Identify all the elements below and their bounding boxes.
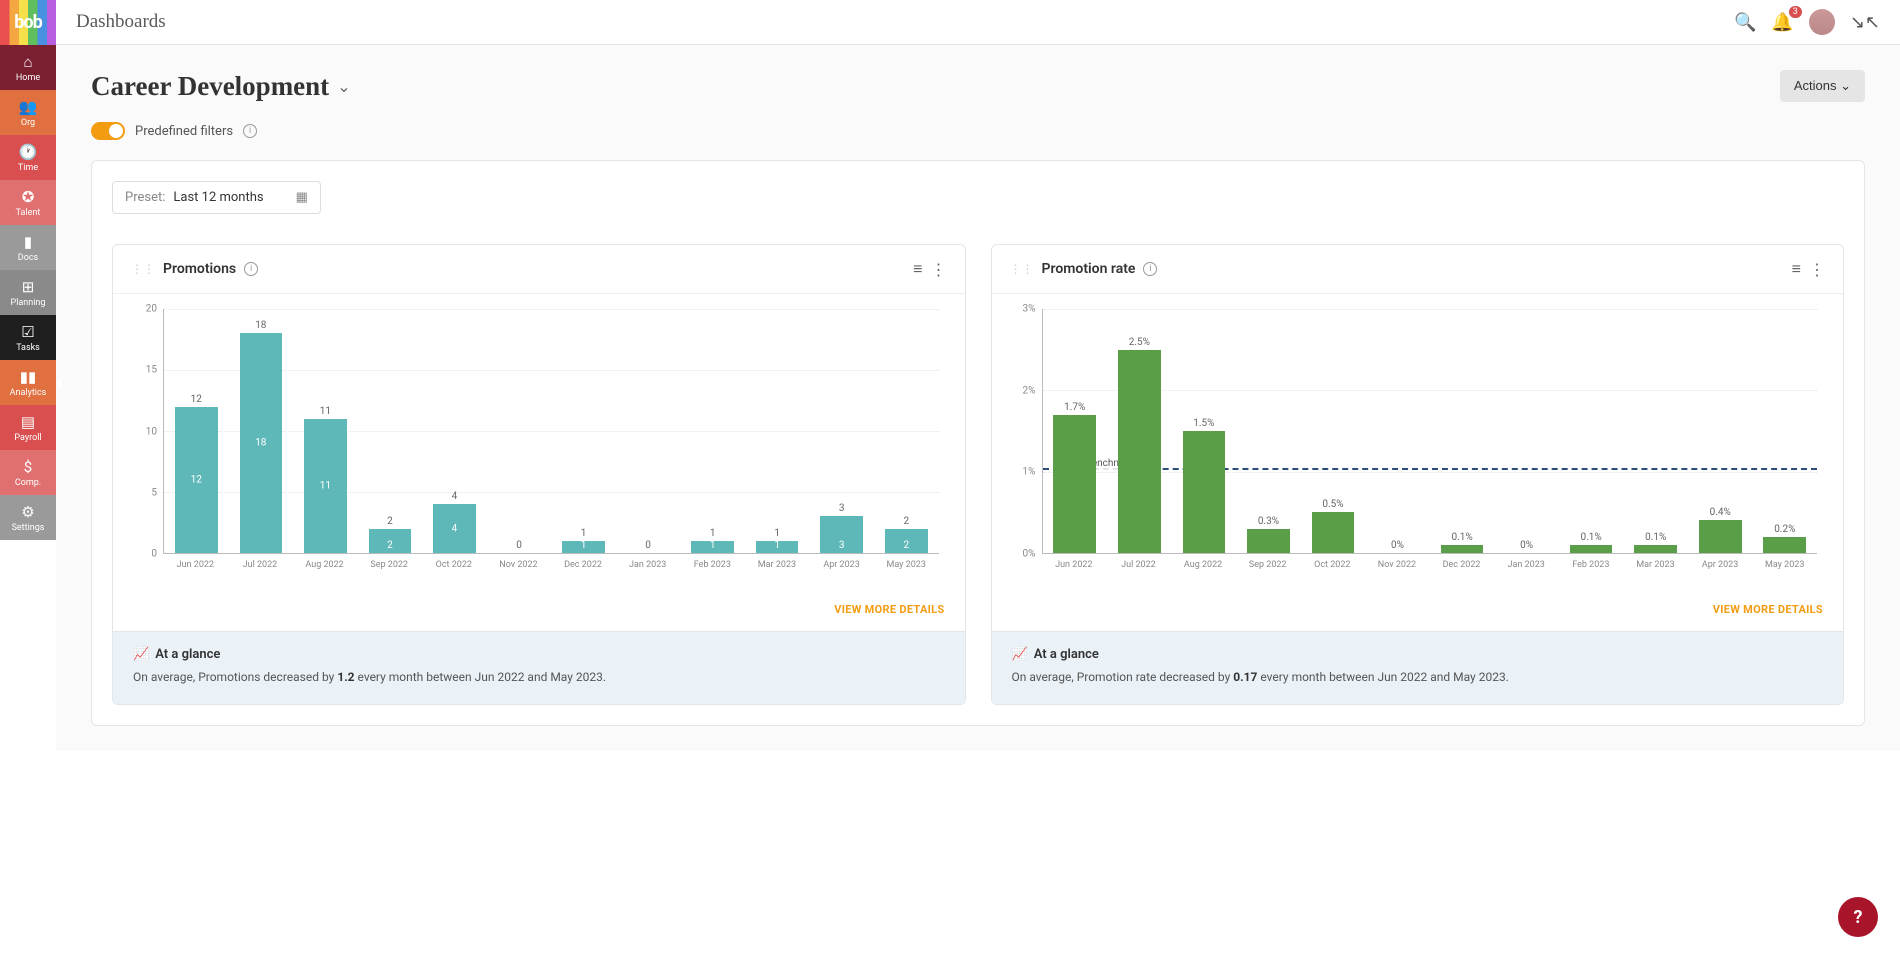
nav-label: Org [21, 118, 35, 128]
nav-label: Payroll [14, 433, 41, 443]
dashboard-panel: Preset: Last 12 months ▦ ⋮⋮ Promotions i… [91, 160, 1865, 726]
nav-label: Comp. [15, 478, 41, 488]
predefined-filters-label: Predefined filters [135, 124, 233, 139]
nav-label: Planning [11, 298, 46, 308]
notifications-icon[interactable]: 🔔3 [1771, 12, 1793, 33]
page-title: Career Development [91, 71, 329, 102]
nav-label: Analytics [10, 388, 47, 398]
preset-label: Preset: [125, 190, 165, 205]
nav-tasks[interactable]: ☑ Tasks [0, 315, 56, 360]
app-title: Dashboards [76, 11, 166, 33]
filter-icon[interactable]: ≡ [913, 259, 922, 279]
glance-text: On average, Promotions decreased by 1.2 … [133, 670, 945, 684]
analytics-icon: ▮▮ [20, 368, 37, 386]
card-title: Promotion rate [1042, 261, 1136, 277]
nav-org[interactable]: 👥 Org [0, 90, 56, 135]
nav-label: Time [18, 163, 38, 173]
people-icon: 👥 [19, 98, 38, 116]
clock-icon: 🕐 [19, 143, 38, 161]
money-icon: $ [24, 458, 32, 476]
at-a-glance: 📈 At a glance On average, Promotions decr… [113, 631, 965, 704]
nav-label: Tasks [16, 343, 40, 353]
nav-comp[interactable]: $ Comp. [0, 450, 56, 495]
preset-value: Last 12 months [173, 190, 263, 205]
chevron-down-icon[interactable]: ⌄ [337, 77, 350, 96]
app-logo: bob [0, 0, 56, 45]
promotions-chart: 051015201212181811112244011011113322Jun … [133, 309, 945, 574]
glance-title: At a glance [155, 647, 220, 662]
nav-payroll[interactable]: ▤ Payroll [0, 405, 56, 450]
view-more-link[interactable]: VIEW MORE DETAILS [834, 603, 944, 616]
more-menu-icon[interactable]: ⋮ [931, 260, 947, 279]
glance-title: At a glance [1034, 647, 1099, 662]
top-bar: Dashboards 🔍 🔔3 ↘↖ [56, 0, 1900, 45]
drag-handle-icon[interactable]: ⋮⋮ [1010, 262, 1034, 276]
nav-settings[interactable]: ⚙ Settings [0, 495, 56, 540]
nav-talent[interactable]: ✪ Talent [0, 180, 56, 225]
date-preset[interactable]: Preset: Last 12 months ▦ [112, 181, 321, 214]
nav-docs[interactable]: ▮ Docs [0, 225, 56, 270]
nav-label: Settings [12, 523, 45, 533]
help-fab[interactable]: ? [1838, 897, 1878, 937]
notification-badge: 3 [1789, 6, 1802, 18]
nav-analytics[interactable]: ▮▮ Analytics [0, 360, 56, 405]
drag-handle-icon[interactable]: ⋮⋮ [131, 262, 155, 276]
nav-label: Home [16, 73, 40, 83]
promotions-card: ⋮⋮ Promotions i ≡ ⋮ 05101520121218181111… [112, 244, 966, 705]
trend-icon: 📈 [133, 647, 149, 662]
nav-label: Docs [18, 253, 38, 263]
predefined-filters-toggle[interactable] [91, 122, 125, 140]
view-more-link[interactable]: VIEW MORE DETAILS [1713, 603, 1823, 616]
nav-time[interactable]: 🕐 Time [0, 135, 56, 180]
document-icon: ▮ [24, 233, 32, 251]
info-icon[interactable]: i [1143, 262, 1157, 276]
more-menu-icon[interactable]: ⋮ [1809, 260, 1825, 279]
home-icon: ⌂ [23, 53, 32, 71]
tasks-icon: ☑ [21, 323, 34, 341]
planning-icon: ⊞ [22, 278, 35, 296]
at-a-glance: 📈 At a glance On average, Promotion rate … [992, 631, 1844, 704]
info-icon[interactable]: i [243, 124, 257, 138]
glance-text: On average, Promotion rate decreased by … [1012, 670, 1824, 684]
talent-icon: ✪ [22, 188, 35, 206]
chevron-down-icon: ⌄ [1840, 78, 1851, 93]
promotion-rate-card: ⋮⋮ Promotion rate i ≡ ⋮ 0%1%2%3%Mercer b… [991, 244, 1845, 705]
info-icon[interactable]: i [244, 262, 258, 276]
gear-icon: ⚙ [21, 503, 34, 521]
card-title: Promotions [163, 261, 236, 277]
search-icon[interactable]: 🔍 [1734, 12, 1756, 33]
nav-planning[interactable]: ⊞ Planning [0, 270, 56, 315]
collapse-icon[interactable]: ↘↖ [1850, 12, 1880, 33]
trend-icon: 📈 [1012, 647, 1028, 662]
nav-home[interactable]: ⌂ Home [0, 45, 56, 90]
nav-label: Talent [16, 208, 41, 218]
calendar-icon: ▤ [21, 413, 35, 431]
actions-button[interactable]: Actions ⌄ [1780, 70, 1865, 102]
actions-label: Actions [1794, 78, 1837, 93]
calendar-icon: ▦ [296, 190, 308, 205]
filter-icon[interactable]: ≡ [1792, 259, 1801, 279]
promotion-rate-chart: 0%1%2%3%Mercer benchmark1.7%2.5%1.5%0.3%… [1012, 309, 1824, 574]
side-nav: bob ⌂ Home 👥 Org 🕐 Time ✪ Talent ▮ Docs ⊞ Plan… [0, 0, 56, 751]
avatar[interactable] [1809, 9, 1835, 35]
